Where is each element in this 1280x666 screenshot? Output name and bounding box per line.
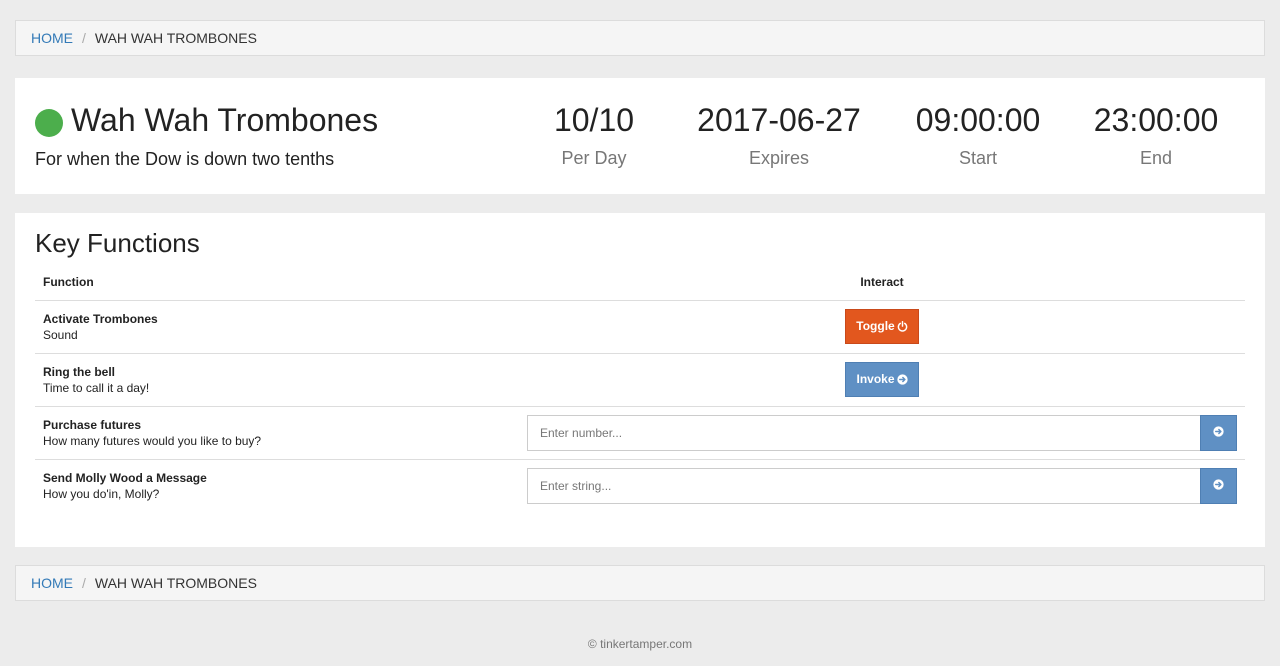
table-row: Send Molly Wood a Message How you do'in,… xyxy=(35,459,1245,512)
function-description: How many futures would you like to buy? xyxy=(43,433,262,448)
function-name: Activate Trombones xyxy=(43,311,158,326)
key-functions-panel: Key Functions Function Interact Activate… xyxy=(15,213,1265,547)
section-title: Key Functions xyxy=(35,228,200,258)
stat-per-day: 10/10 Per Day xyxy=(534,102,654,169)
submit-string-button[interactable] xyxy=(1200,467,1237,504)
breadcrumb-separator: / xyxy=(82,575,86,591)
stat-value: 23:00:00 xyxy=(1093,102,1219,138)
stat-value: 09:00:00 xyxy=(915,102,1041,138)
arrow-circle-right-icon xyxy=(1213,479,1224,493)
breadcrumb-current: WAH WAH TROMBONES xyxy=(94,575,257,591)
stat-label: Start xyxy=(958,148,997,168)
table-row: Activate Trombones Sound Toggle xyxy=(35,300,1245,354)
interact-cell xyxy=(519,459,1245,512)
stat-value: 10/10 xyxy=(553,102,635,138)
page-subtitle: For when the Dow is down two tenths xyxy=(35,149,335,169)
status-indicator-icon xyxy=(35,109,63,137)
stat-label: Per Day xyxy=(561,148,627,168)
breadcrumb-current: WAH WAH TROMBONES xyxy=(94,30,257,46)
stat-start: 09:00:00 Start xyxy=(903,102,1053,169)
function-description: Time to call it a day! xyxy=(43,380,150,395)
page-title: Wah Wah Trombones xyxy=(71,102,379,138)
arrow-circle-right-icon xyxy=(1213,425,1224,440)
function-name: Purchase futures xyxy=(43,417,142,432)
column-header-function: Function xyxy=(35,265,519,301)
function-description: Sound xyxy=(43,327,78,342)
column-header-interact: Interact xyxy=(519,265,1245,301)
stat-end: 23:00:00 End xyxy=(1081,102,1231,169)
function-name: Send Molly Wood a Message xyxy=(43,470,207,485)
breadcrumb-home-link[interactable]: HOME xyxy=(31,575,73,591)
interact-cell: Toggle xyxy=(519,300,1245,354)
function-name: Ring the bell xyxy=(43,364,115,379)
toggle-button[interactable]: Toggle xyxy=(845,309,919,344)
invoke-button[interactable]: Invoke xyxy=(845,362,919,397)
table-header-row: Function Interact xyxy=(35,265,1245,301)
interact-cell xyxy=(519,406,1245,460)
string-input[interactable] xyxy=(527,467,1200,504)
breadcrumb: HOME / WAH WAH TROMBONES xyxy=(15,20,1265,56)
breadcrumb-bottom: HOME / WAH WAH TROMBONES xyxy=(15,565,1265,601)
submit-number-button[interactable] xyxy=(1200,414,1237,451)
device-header-panel: Wah Wah Trombones For when the Dow is do… xyxy=(15,78,1265,194)
number-input-group xyxy=(527,414,1237,451)
stat-label: End xyxy=(1139,148,1173,168)
functions-table: Function Interact Activate Trombones Sou… xyxy=(35,265,1245,512)
table-row: Ring the bell Time to call it a day! Inv… xyxy=(35,353,1245,407)
stat-expires: 2017-06-27 Expires xyxy=(684,102,874,169)
power-icon xyxy=(897,320,908,335)
arrow-circle-right-icon xyxy=(896,373,908,388)
function-cell: Purchase futures How many futures would … xyxy=(35,406,519,460)
stat-label: Expires xyxy=(748,148,810,168)
function-cell: Send Molly Wood a Message How you do'in,… xyxy=(35,459,519,512)
invoke-button-label: Invoke xyxy=(856,371,895,386)
table-row: Purchase futures How many futures would … xyxy=(35,406,1245,460)
breadcrumb-separator: / xyxy=(82,30,86,46)
breadcrumb-home-link[interactable]: HOME xyxy=(31,30,73,46)
function-cell: Activate Trombones Sound xyxy=(35,300,519,354)
toggle-button-label: Toggle xyxy=(856,318,895,333)
interact-cell: Invoke xyxy=(519,353,1245,407)
function-cell: Ring the bell Time to call it a day! xyxy=(35,353,519,407)
stat-value: 2017-06-27 xyxy=(697,102,861,138)
string-input-group xyxy=(527,467,1237,504)
function-description: How you do'in, Molly? xyxy=(43,486,160,501)
number-input[interactable] xyxy=(527,414,1200,451)
footer-copyright: © tinkertamper.com xyxy=(587,637,693,651)
